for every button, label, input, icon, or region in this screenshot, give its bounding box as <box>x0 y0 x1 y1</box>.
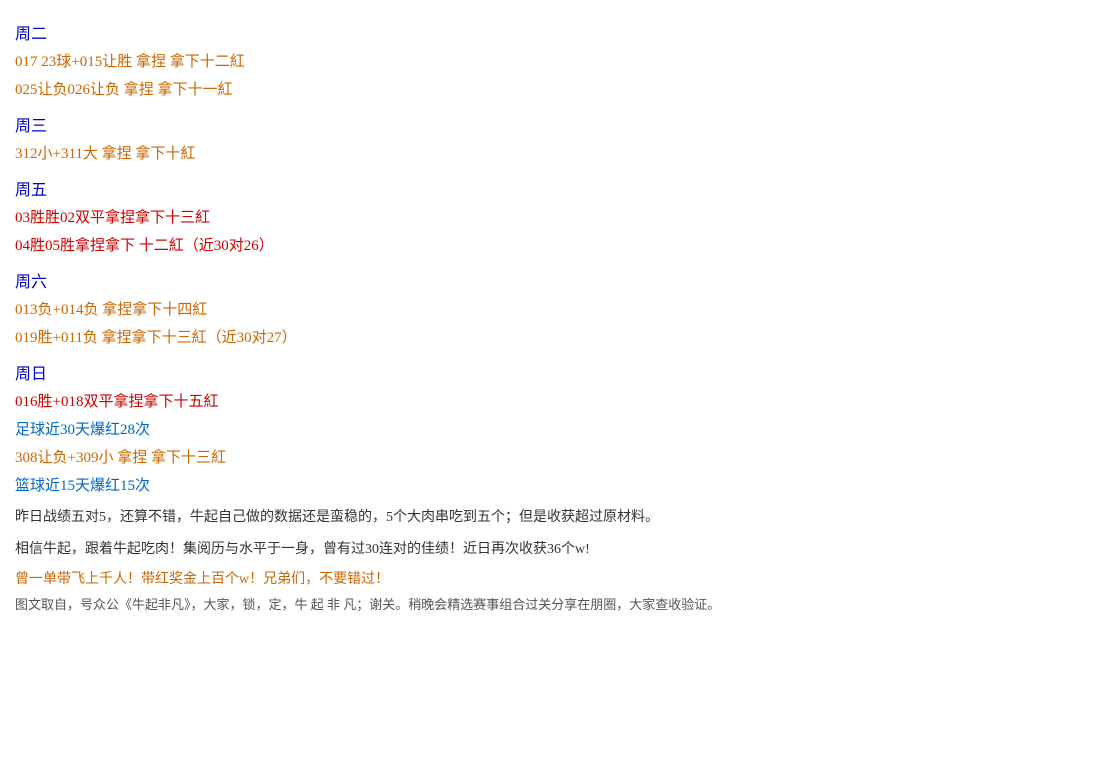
entry-line: 025让负026让负 拿捏 拿下十一紅 <box>15 78 1094 102</box>
entry-line: 312小+311大 拿捏 拿下十紅 <box>15 142 1094 166</box>
entry-line: 019胜+011负 拿捏拿下十三紅（近30对27） <box>15 326 1094 350</box>
main-content: 周二 017 23球+015让胜 拿捏 拿下十二紅 025让负026让负 拿捏 拿下… <box>15 20 1094 498</box>
day-header: 周三 <box>15 112 1094 136</box>
entry-line: 足球近30天爆红28次 <box>15 418 1094 442</box>
day-header: 周六 <box>15 268 1094 292</box>
entry-line: 308让负+309小 拿捏 拿下十三紅 <box>15 446 1094 470</box>
entry-line: 016胜+018双平拿捏拿下十五紅 <box>15 390 1094 414</box>
footer-line-2: 相信牛起，跟着牛起吃肉！集阅历与水平于一身，曾有过30连对的佳绩！近日再次收获3… <box>15 538 1094 562</box>
entry-line: 篮球近15天爆红15次 <box>15 474 1094 498</box>
entry-line: 04胜05胜拿捏拿下 十二紅（近30对26） <box>15 234 1094 258</box>
footer-section: 昨日战绩五对5，还算不错，牛起自己做的数据还是蛮稳的，5个大肉串吃到五个；但是收… <box>15 506 1094 613</box>
day-header: 周五 <box>15 176 1094 200</box>
footer-line-3: 曾一单带飞上千人！带红奖金上百个w！兄弟们，不要错过！ <box>15 568 1094 588</box>
day-header: 周二 <box>15 20 1094 44</box>
footer-line-4: 图文取自，号众公《牛起非凡》，大家，锁，定，牛 起 非 凡；谢关。稍晚会精选赛事… <box>15 594 1094 613</box>
entry-line: 017 23球+015让胜 拿捏 拿下十二紅 <box>15 50 1094 74</box>
entry-line: 013负+014负 拿捏拿下十四紅 <box>15 298 1094 322</box>
footer-line-1: 昨日战绩五对5，还算不错，牛起自己做的数据还是蛮稳的，5个大肉串吃到五个；但是收… <box>15 506 1094 530</box>
day-header: 周日 <box>15 360 1094 384</box>
entry-line: 03胜胜02双平拿捏拿下十三紅 <box>15 206 1094 230</box>
